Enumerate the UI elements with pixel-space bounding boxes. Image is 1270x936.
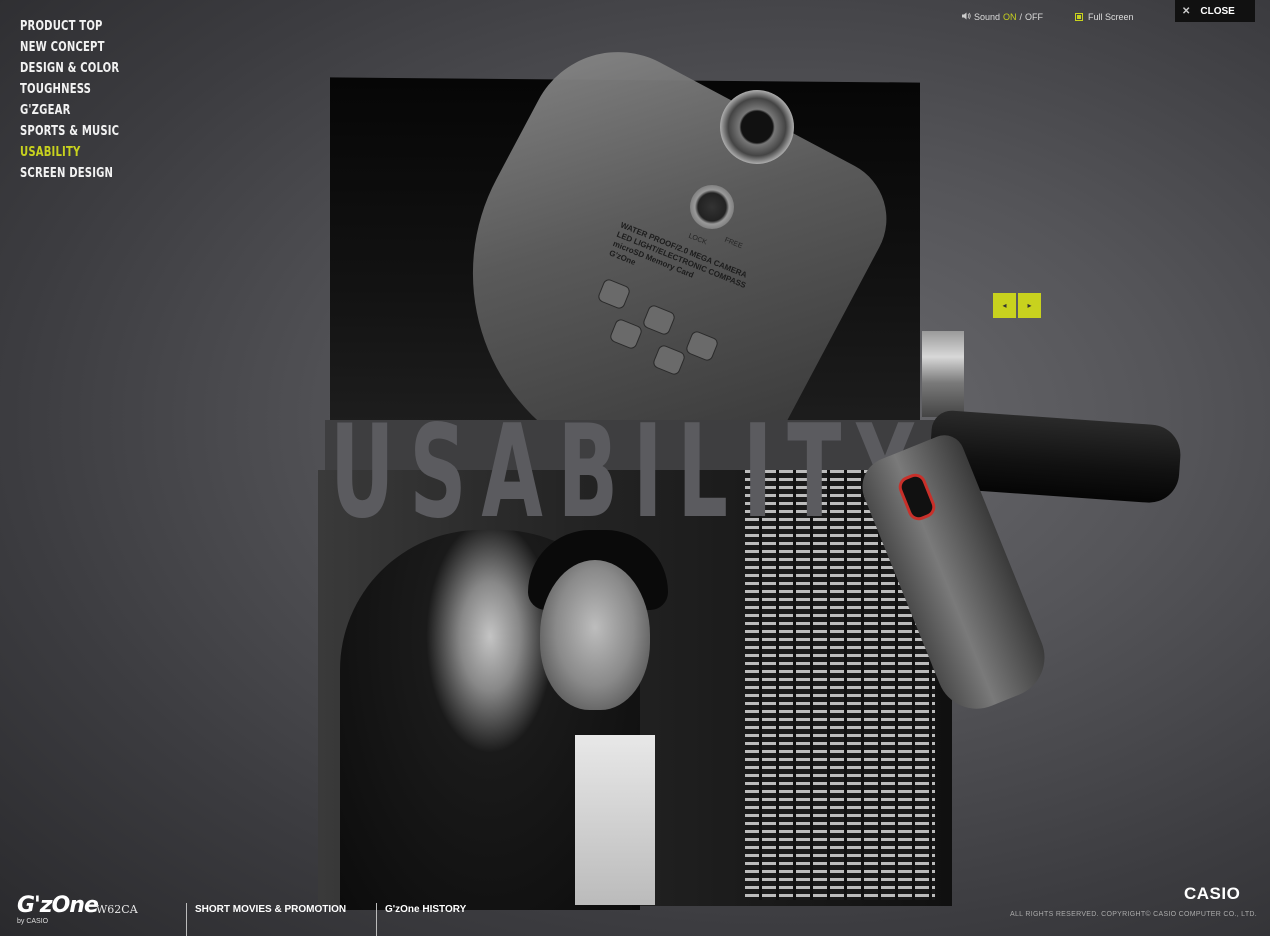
chevron-right-icon: ▸: [1027, 301, 1032, 310]
copyright-text: ALL RIGHTS RESERVED. COPYRIGHT© CASIO CO…: [1010, 911, 1258, 918]
side-phone-screen-image: [922, 331, 964, 417]
prev-arrow-button[interactable]: ◂: [993, 293, 1016, 318]
sound-on-button[interactable]: ON: [1003, 12, 1017, 22]
by-casio-label: by CASIO: [17, 918, 49, 925]
short-movies-link[interactable]: SHORT MOVIES & PROMOTION: [186, 903, 346, 936]
nav-item-product-top[interactable]: PRODUCT TOP: [20, 16, 119, 37]
nav-item-toughness[interactable]: TOUGHNESS: [20, 79, 119, 100]
casio-logo[interactable]: CASIO: [1184, 884, 1240, 904]
nav-item-gzgear[interactable]: G'zGEAR: [20, 100, 119, 121]
close-button[interactable]: ✕ CLOSE: [1175, 0, 1255, 22]
sound-toggle: Sound ON / OFF: [962, 12, 1043, 22]
next-arrow-button[interactable]: ▸: [1018, 293, 1041, 318]
speaker-icon: [962, 12, 971, 22]
sound-separator: /: [1019, 12, 1023, 22]
gallery-arrows: ◂ ▸: [993, 293, 1041, 318]
fullscreen-button[interactable]: Full Screen: [1075, 12, 1134, 22]
fullscreen-icon: [1075, 13, 1083, 21]
gzone-history-link[interactable]: G'zOne HISTORY: [376, 903, 466, 936]
person-face-image: [540, 560, 650, 710]
nav-item-design-color[interactable]: DESIGN & COLOR: [20, 58, 119, 79]
chevron-left-icon: ◂: [1002, 301, 1007, 310]
sound-label: Sound: [974, 12, 1001, 22]
person-shirt-image: [575, 735, 655, 905]
close-label: CLOSE: [1200, 5, 1235, 17]
close-icon: ✕: [1182, 5, 1191, 17]
nav-item-usability[interactable]: USABILITY: [20, 142, 119, 163]
model-label: W62CA: [96, 903, 138, 916]
lock-dial-image: [690, 185, 734, 229]
sound-off-button[interactable]: OFF: [1025, 12, 1043, 22]
section-title: USABILITY: [330, 398, 929, 547]
product-nav: PRODUCT TOP NEW CONCEPT DESIGN & COLOR T…: [20, 16, 135, 184]
gzone-logo[interactable]: G'zOne: [17, 893, 99, 918]
nav-item-screen-design[interactable]: SCREEN DESIGN: [20, 163, 119, 184]
camera-lens-image: [720, 90, 794, 164]
nav-item-new-concept[interactable]: NEW CONCEPT: [20, 37, 119, 58]
fullscreen-label: Full Screen: [1088, 12, 1134, 22]
nav-item-sports-music[interactable]: SPORTS & MUSIC: [20, 121, 119, 142]
